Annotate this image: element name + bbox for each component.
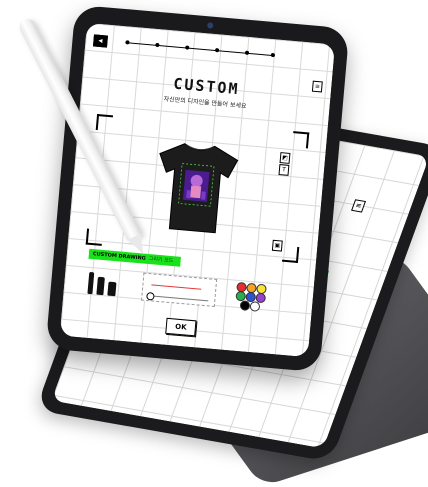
layer-icon[interactable]: ◩: [279, 152, 291, 164]
canvas-corner-bottom-right: [281, 245, 300, 264]
spray-icon[interactable]: [107, 281, 117, 297]
canvas-corner-top-right: [291, 131, 310, 149]
ok-button[interactable]: OK: [165, 317, 197, 337]
back-layer-icon: ≡: [351, 199, 367, 213]
thin-marker-icon[interactable]: [87, 271, 95, 295]
progress-step-dot: [244, 50, 250, 55]
drawing-mode-sublabel: 그리기 모드: [148, 256, 174, 265]
color-swatch-white[interactable]: [249, 301, 261, 312]
front-tablet: ◂ ≡ CUSTOM 자신만의 디자인을 만들어 보세요 ◩ T ▣ CUSTO…: [45, 4, 350, 373]
stroke-preview: [151, 284, 202, 290]
marker-icon[interactable]: [96, 276, 105, 296]
progress-step-dot: [155, 42, 160, 48]
stroke-slider-handle[interactable]: [146, 291, 155, 301]
progress-step-dot: [185, 45, 190, 50]
tshirt-preview[interactable]: [149, 137, 243, 236]
progress-step-dot: [270, 52, 276, 58]
progress-step-dot: [125, 40, 130, 45]
marker-tools: [85, 264, 125, 297]
canvas-corner-top-left: [95, 113, 114, 132]
color-palette: [235, 281, 267, 312]
back-arrow-icon[interactable]: ◂: [92, 34, 108, 48]
text-icon[interactable]: T: [278, 164, 290, 176]
image-icon[interactable]: ▣: [271, 239, 283, 252]
progress-step-dot: [214, 48, 220, 53]
stroke-width-slider[interactable]: [146, 294, 209, 302]
step-progress: [125, 40, 276, 58]
stroke-settings-panel: [141, 272, 218, 307]
color-swatch-black[interactable]: [239, 300, 251, 312]
canvas-corner-bottom-left: [85, 228, 104, 246]
